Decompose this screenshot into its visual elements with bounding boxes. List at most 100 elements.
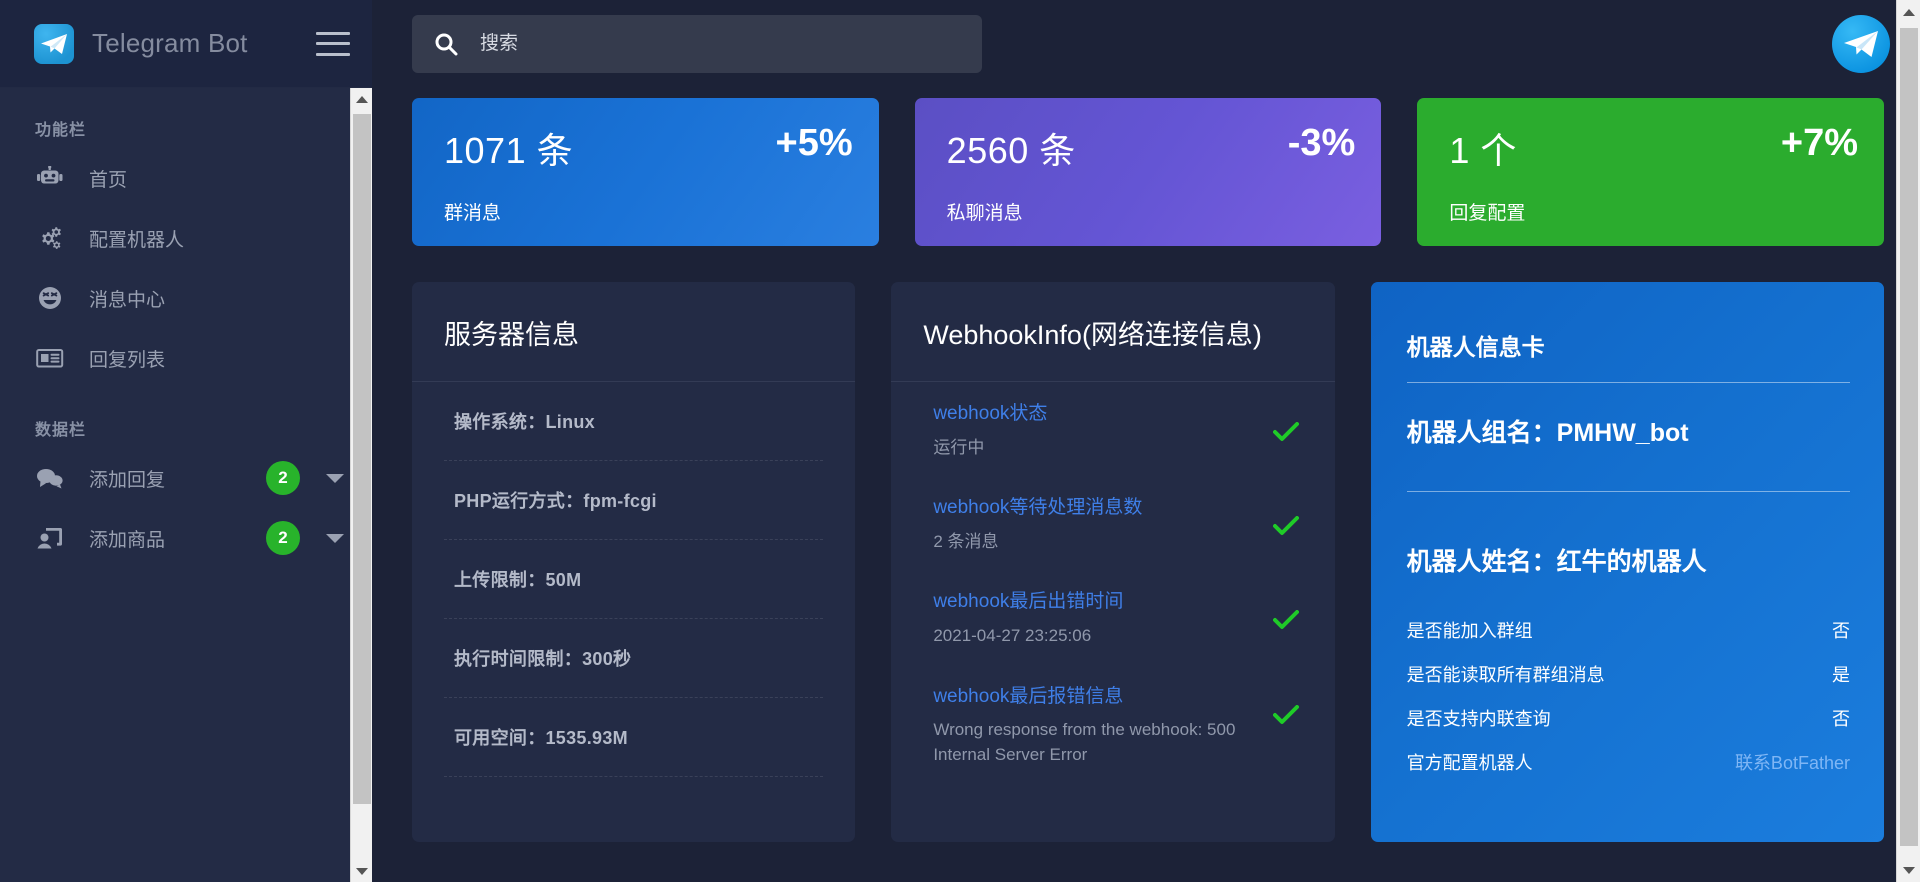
stat-card-private-messages[interactable]: 2560 条 -3% 私聊消息 (914, 98, 1382, 246)
bot-info-row: 是否能读取所有群组消息 是 (1407, 652, 1850, 696)
webhook-item-value: 运行中 (933, 437, 985, 457)
search-icon (434, 32, 458, 56)
stat-card-reply-config[interactable]: 1 个 +7% 回复配置 (1417, 98, 1885, 246)
bot-group-name: 机器人组名：PMHW_bot (1406, 419, 1689, 447)
chevron-down-icon[interactable] (1897, 858, 1920, 882)
sidebar-nav: 功能栏 首页 配置机器人 消息中心 回复列表 数据栏 添加回复 2 添加商品 2 (0, 88, 372, 882)
chevron-down-icon[interactable] (326, 533, 344, 543)
bot-info-title: 机器人信息卡 (1406, 334, 1545, 360)
server-info-item: 执行时间限制：300秒 (444, 619, 824, 699)
sidebar-item-add-product[interactable]: 添加商品 2 (0, 508, 372, 568)
sidebar-item-home[interactable]: 首页 (0, 148, 372, 208)
check-icon (1272, 704, 1303, 725)
sidebar-item-reply-list[interactable]: 回复列表 (0, 328, 372, 388)
stat-value: 1 个 (1449, 130, 1517, 171)
bot-info-row: 官方配置机器人 联系BotFather (1407, 740, 1850, 784)
sidebar: Telegram Bot 功能栏 首页 配置机器人 消息中心 回复列表 数据栏 … (0, 0, 373, 882)
sidebar-item-label: 配置机器人 (89, 229, 185, 251)
webhook-info-list: webhook状态 运行中 webhook等待处理消息数 2 条消息 webho… (891, 382, 1334, 783)
webhook-item-value: 2 条消息 (933, 531, 999, 551)
chevron-down-icon[interactable] (326, 473, 344, 483)
webhook-item: webhook最后出错时间 2021-04-27 23:25:06 (923, 570, 1302, 664)
gears-icon (33, 226, 67, 250)
server-info-item: PHP运行方式：fpm-fcgi (444, 461, 824, 541)
webhook-item-title[interactable]: webhook状态 (933, 400, 1252, 429)
sidebar-item-configure-bot[interactable]: 配置机器人 (0, 208, 372, 268)
bot-info-key: 是否支持内联查询 (1406, 709, 1551, 729)
user-card-icon (33, 526, 67, 550)
main-content: 1071 条 +5% 群消息 2560 条 -3% 私聊消息 1 个 +7% (372, 0, 1920, 882)
chat-bubbles-icon (33, 467, 67, 489)
sidebar-item-label: 添加回复 (89, 469, 166, 491)
app-root: Telegram Bot 功能栏 首页 配置机器人 消息中心 回复列表 数据栏 … (0, 0, 1920, 882)
bot-info-row: 是否能加入群组 否 (1407, 608, 1850, 652)
chevron-up-icon[interactable] (351, 88, 373, 110)
contact-botfather-link[interactable]: 联系BotFather (1735, 749, 1850, 775)
stat-delta: +5% (775, 122, 853, 164)
webhook-item: webhook状态 运行中 (923, 382, 1302, 476)
panel-row: 服务器信息 操作系统：Linux PHP运行方式：fpm-fcgi 上传限制：5… (412, 282, 1884, 842)
bot-info-panel: 机器人信息卡 机器人组名：PMHW_bot 机器人姓名：红牛的机器人 是否能加入… (1370, 282, 1884, 842)
sidebar-item-label: 消息中心 (89, 289, 166, 311)
search-box[interactable] (412, 15, 982, 73)
sidebar-section-label-data: 数据栏 (35, 422, 87, 439)
bot-info-key: 是否能加入群组 (1406, 621, 1533, 641)
stat-value: 1071 条 (444, 130, 574, 171)
sidebar-item-add-reply[interactable]: 添加回复 2 (0, 448, 372, 508)
sidebar-item-label: 回复列表 (89, 349, 166, 371)
server-info-title: 服务器信息 (412, 282, 856, 383)
server-info-item: 操作系统：Linux (444, 382, 824, 462)
dashboard-content: 1071 条 +5% 群消息 2560 条 -3% 私聊消息 1 个 +7% 回… (372, 88, 1920, 842)
sidebar-item-message-center[interactable]: 消息中心 (0, 268, 372, 328)
sidebar-item-label: 添加商品 (89, 529, 166, 551)
bot-info-key: 官方配置机器人 (1406, 753, 1533, 773)
topbar (372, 0, 1920, 88)
page-scrollbar-thumb[interactable] (1900, 28, 1918, 846)
bot-info-key: 是否能读取所有群组消息 (1406, 665, 1605, 685)
brand-title: Telegram Bot (92, 28, 248, 58)
stat-delta: -3% (1287, 122, 1356, 164)
telegram-avatar-icon[interactable] (1832, 15, 1890, 73)
sidebar-scrollbar-thumb[interactable] (353, 114, 371, 804)
server-info-item: 上传限制：50M (444, 540, 824, 620)
newspaper-icon (33, 347, 67, 369)
brand-header: Telegram Bot (0, 0, 372, 88)
chevron-down-icon[interactable] (351, 860, 373, 882)
search-input[interactable] (480, 33, 960, 55)
emoji-face-icon (33, 285, 67, 311)
webhook-info-panel: WebhookInfo(网络连接信息) webhook状态 运行中 webhoo… (891, 282, 1335, 842)
stat-label: 回复配置 (1449, 203, 1526, 224)
webhook-item-title[interactable]: webhook最后报错信息 (933, 683, 1252, 712)
webhook-item-value: 2021-04-27 23:25:06 (933, 625, 1092, 645)
server-info-list: 操作系统：Linux PHP运行方式：fpm-fcgi 上传限制：50M 执行时… (412, 382, 855, 778)
stat-label: 群消息 (444, 203, 502, 224)
webhook-item-title[interactable]: webhook等待处理消息数 (933, 494, 1252, 523)
webhook-item-title[interactable]: webhook最后出错时间 (933, 588, 1252, 617)
page-scrollbar[interactable] (1896, 0, 1920, 882)
server-info-panel: 服务器信息 操作系统：Linux PHP运行方式：fpm-fcgi 上传限制：5… (412, 282, 856, 842)
webhook-item: webhook最后报错信息 Wrong response from the we… (923, 665, 1302, 784)
sidebar-scrollbar[interactable] (350, 88, 373, 882)
sidebar-section-label-features: 功能栏 (35, 122, 87, 139)
server-info-item: 可用空间：1535.93M (444, 698, 824, 778)
bot-name: 机器人姓名：红牛的机器人 (1406, 548, 1707, 576)
stat-card-group-messages[interactable]: 1071 条 +5% 群消息 (412, 98, 879, 246)
robot-icon (33, 166, 67, 190)
webhook-item-value: Wrong response from the webhook: 500 Int… (933, 720, 1236, 764)
bot-info-value: 否 (1831, 621, 1850, 641)
stat-card-row: 1071 条 +5% 群消息 2560 条 -3% 私聊消息 1 个 +7% 回… (412, 98, 1885, 246)
sidebar-item-label: 首页 (89, 169, 128, 191)
hamburger-menu-icon[interactable] (316, 31, 350, 56)
sidebar-item-badge: 2 (266, 461, 300, 495)
chevron-up-icon[interactable] (1897, 0, 1920, 24)
bot-info-value: 是 (1831, 665, 1850, 685)
telegram-logo-icon (34, 23, 74, 64)
stat-delta: +7% (1780, 122, 1859, 164)
sidebar-item-badge: 2 (266, 521, 300, 555)
bot-info-row: 是否支持内联查询 否 (1407, 696, 1850, 740)
check-icon (1272, 516, 1303, 536)
stat-value: 2560 条 (946, 130, 1076, 171)
bot-info-value: 否 (1831, 709, 1850, 729)
webhook-info-title: WebhookInfo(网络连接信息) (891, 282, 1335, 383)
check-icon (1272, 610, 1303, 630)
